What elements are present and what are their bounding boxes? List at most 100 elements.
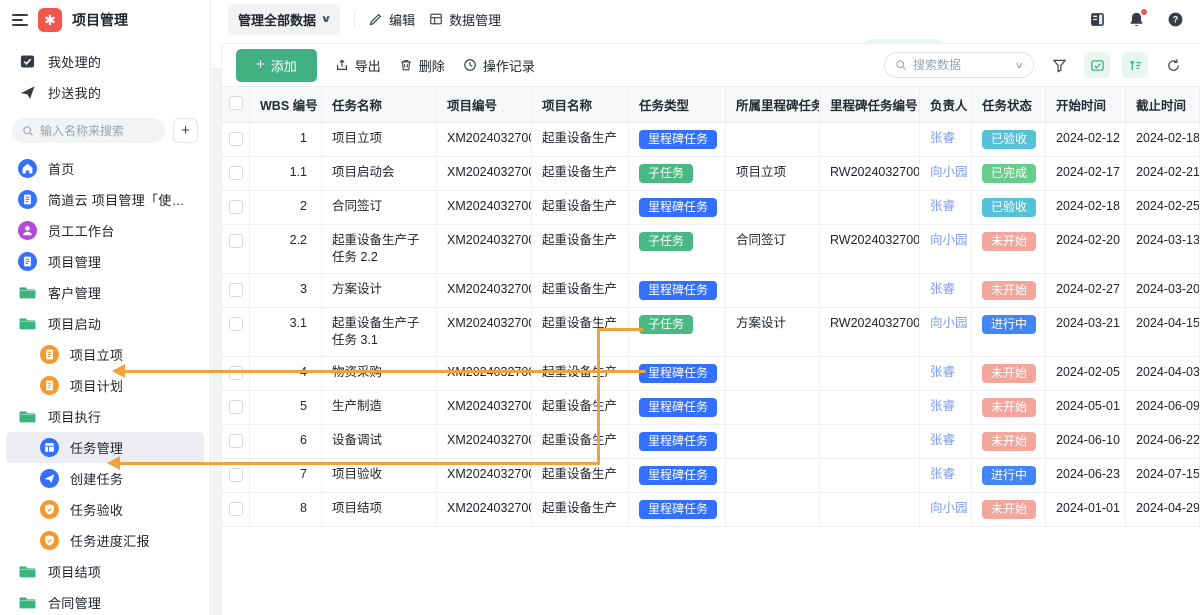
- task-type-badge: 里程碑任务: [639, 432, 717, 451]
- cell-task-type: 里程碑任务: [629, 425, 726, 458]
- docs-panel-icon[interactable]: [1089, 11, 1106, 28]
- sort-settings-button[interactable]: [1122, 52, 1148, 78]
- cell-owner-link[interactable]: 张睿: [920, 191, 972, 224]
- sidebar-item-任务进度汇报[interactable]: 任务进度汇报: [6, 525, 204, 556]
- sidebar-item-项目执行[interactable]: 项目执行: [6, 401, 204, 432]
- sidebar-search-input[interactable]: [40, 124, 155, 138]
- row-checkbox[interactable]: [222, 225, 250, 273]
- column-header-任务名称[interactable]: 任务名称: [322, 87, 437, 122]
- cell-owner-link[interactable]: 张睿: [920, 274, 972, 307]
- table-row[interactable]: 3 方案设计 XM20240327001 起重设备生产 里程碑任务 张睿 未开始…: [222, 274, 1200, 308]
- edit-button[interactable]: 编辑: [369, 10, 415, 29]
- table-row[interactable]: 2 合同签订 XM20240327001 起重设备生产 里程碑任务 张睿 已验收…: [222, 191, 1200, 225]
- sidebar-search-row: +: [0, 110, 210, 153]
- add-app-button[interactable]: +: [173, 118, 198, 143]
- cell-owner-link[interactable]: 向小园: [920, 157, 972, 190]
- column-header-任务类型[interactable]: 任务类型: [629, 87, 726, 122]
- delete-button[interactable]: 删除: [399, 56, 445, 75]
- column-header-开始时间[interactable]: 开始时间: [1046, 87, 1126, 122]
- cell-owner-link[interactable]: 张睿: [920, 123, 972, 156]
- cell-task-type: 里程碑任务: [629, 357, 726, 390]
- sidebar-item-项目管理[interactable]: 项目管理: [6, 246, 204, 277]
- cell-owner-link[interactable]: 向小园: [920, 493, 972, 526]
- export-button[interactable]: 导出: [335, 56, 381, 75]
- notification-bell-icon[interactable]: [1128, 11, 1145, 28]
- cell-owner-link[interactable]: 向小园: [920, 308, 972, 356]
- row-checkbox[interactable]: [222, 493, 250, 526]
- cell-milestone-no: [820, 391, 920, 424]
- sidebar-item-项目立项[interactable]: 项目立项: [6, 339, 204, 370]
- row-checkbox[interactable]: [222, 191, 250, 224]
- select-all-checkbox[interactable]: [222, 87, 250, 122]
- folder-icon: [18, 283, 37, 302]
- sidebar-item-员工工作台[interactable]: 员工工作台: [6, 215, 204, 246]
- sidebar-item-客户管理[interactable]: 客户管理: [6, 277, 204, 308]
- data-grid-icon: [429, 12, 443, 26]
- chevron-down-icon[interactable]: ∨: [1015, 60, 1024, 71]
- cell-project-name: 起重设备生产: [532, 225, 629, 273]
- sidebar-item-项目计划[interactable]: 项目计划: [6, 370, 204, 401]
- cell-milestone-no: [820, 274, 920, 307]
- table-row[interactable]: 2.2 起重设备生产子任务 2.2 XM20240327001 起重设备生产 子…: [222, 225, 1200, 274]
- sidebar-item-简道云 项目管理「使用说明」[interactable]: 简道云 项目管理「使用说明」: [6, 184, 204, 215]
- cell-task-name: 方案设计: [322, 274, 437, 307]
- add-label: 添加: [271, 56, 297, 75]
- table-row[interactable]: 1.1 项目启动会 XM20240327001 起重设备生产 子任务 项目立项 …: [222, 157, 1200, 191]
- sidebar-item-cc-me[interactable]: 抄送我的: [6, 77, 204, 108]
- table-row[interactable]: 3.1 起重设备生产子任务 3.1 XM20240327001 起重设备生产 子…: [222, 308, 1200, 357]
- cell-owner-link[interactable]: 张睿: [920, 391, 972, 424]
- column-header-截止时间[interactable]: 截止时间: [1126, 87, 1200, 122]
- row-checkbox[interactable]: [222, 308, 250, 356]
- row-checkbox[interactable]: [222, 391, 250, 424]
- collapse-menu-icon[interactable]: [12, 14, 28, 26]
- operation-log-button[interactable]: 操作记录: [463, 56, 535, 75]
- column-header-负责人[interactable]: 负责人: [920, 87, 972, 122]
- data-manage-button[interactable]: 数据管理: [429, 10, 501, 29]
- cell-project-no: XM20240327001: [437, 225, 532, 273]
- table-row[interactable]: 6 设备调试 XM20240327001 起重设备生产 里程碑任务 张睿 未开始…: [222, 425, 1200, 459]
- cell-milestone-no: RW20240327002: [820, 225, 920, 273]
- cell-end-date: 2024-04-03: [1126, 357, 1200, 390]
- cell-owner-link[interactable]: 张睿: [920, 425, 972, 458]
- table-row[interactable]: 4 物资采购 XM20240327001 起重设备生产 里程碑任务 张睿 未开始…: [222, 357, 1200, 391]
- cell-owner-link[interactable]: 张睿: [920, 357, 972, 390]
- sidebar-item-合同管理[interactable]: 合同管理: [6, 587, 204, 615]
- help-icon[interactable]: ?: [1167, 11, 1184, 28]
- sidebar-item-任务验收[interactable]: 任务验收: [6, 494, 204, 525]
- row-checkbox[interactable]: [222, 425, 250, 458]
- sort-icon: [1128, 58, 1143, 73]
- table-row[interactable]: 1 项目立项 XM20240327001 起重设备生产 里程碑任务 张睿 已验收…: [222, 123, 1200, 157]
- sidebar-item-项目启动[interactable]: 项目启动: [6, 308, 204, 339]
- table-row[interactable]: 8 项目结项 XM20240327001 起重设备生产 里程碑任务 向小园 未开…: [222, 493, 1200, 527]
- column-header-任务状态[interactable]: 任务状态: [972, 87, 1046, 122]
- refresh-button[interactable]: [1160, 52, 1186, 78]
- sidebar-search[interactable]: [12, 118, 165, 143]
- row-checkbox[interactable]: [222, 274, 250, 307]
- column-header-项目编号[interactable]: 项目编号: [437, 87, 532, 122]
- filter-button[interactable]: [1046, 52, 1072, 78]
- column-header-WBS 编号[interactable]: WBS 编号 ↑: [250, 87, 322, 122]
- display-settings-button[interactable]: [1084, 52, 1110, 78]
- column-header-项目名称[interactable]: 项目名称: [532, 87, 629, 122]
- cell-milestone-no: RW20240327003: [820, 308, 920, 356]
- add-record-button[interactable]: + 添加: [236, 49, 317, 82]
- cell-project-name: 起重设备生产: [532, 191, 629, 224]
- manage-all-data-dropdown[interactable]: 管理全部数据 ∨: [228, 4, 340, 35]
- row-checkbox[interactable]: [222, 357, 250, 390]
- table-search-input[interactable]: [913, 58, 1010, 72]
- cell-owner-link[interactable]: 向小园: [920, 225, 972, 273]
- cell-milestone-no: [820, 191, 920, 224]
- sidebar-item-项目结项[interactable]: 项目结项: [6, 556, 204, 587]
- row-checkbox[interactable]: [222, 123, 250, 156]
- delete-label: 删除: [419, 56, 445, 75]
- cell-owner-link[interactable]: 张睿: [920, 459, 972, 492]
- column-header-所属里程碑任务[interactable]: 所属里程碑任务: [726, 87, 820, 122]
- sidebar-item-创建任务[interactable]: 创建任务: [6, 463, 204, 494]
- sidebar-item-任务管理[interactable]: 任务管理: [6, 432, 204, 463]
- row-checkbox[interactable]: [222, 157, 250, 190]
- column-header-里程碑任务编号[interactable]: 里程碑任务编号: [820, 87, 920, 122]
- table-search[interactable]: ∨: [884, 52, 1034, 78]
- sidebar-item-首页[interactable]: 首页: [6, 153, 204, 184]
- table-row[interactable]: 5 生产制造 XM20240327001 起重设备生产 里程碑任务 张睿 未开始…: [222, 391, 1200, 425]
- sidebar-item-my-tasks[interactable]: 我处理的: [6, 46, 204, 77]
